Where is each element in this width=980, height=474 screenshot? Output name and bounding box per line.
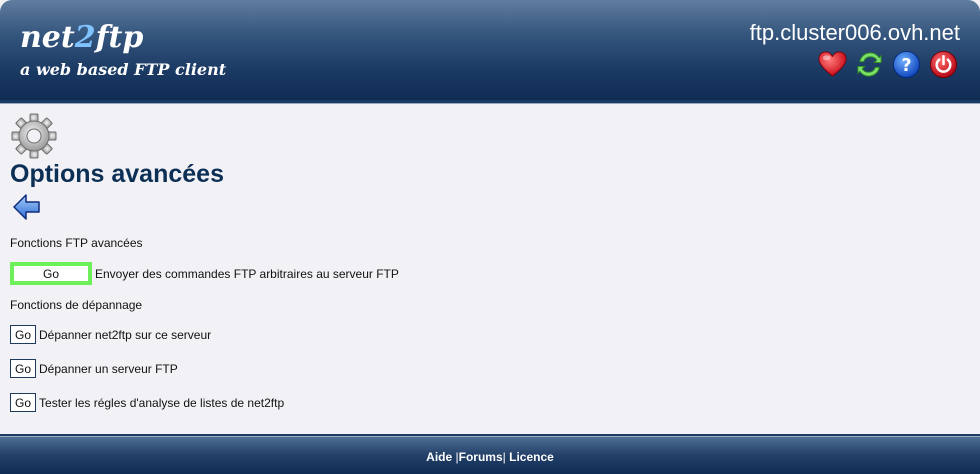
server-name: ftp.cluster006.ovh.net [749,20,960,45]
option-row-troubleshoot-net2ftp: Go Dépanner net2ftp sur ce serveur [10,325,211,344]
footer-bar: Aide |Forums| Licence [0,436,980,474]
header-toolbar: ? [818,50,958,79]
svg-text:?: ? [901,56,911,76]
gear-icon [11,113,57,159]
option-description: Envoyer des commandes FTP arbitraires au… [95,266,399,281]
refresh-icon[interactable] [855,50,884,79]
help-icon[interactable]: ? [892,50,921,79]
page-title: Options avancées [10,160,224,188]
option-row-test-list-parsing: Go Tester les régles d'analyse de listes… [10,393,284,412]
footer-link-help[interactable]: Aide [426,450,452,464]
footer-separator: | [502,450,506,464]
logo-text-suffix: ftp [95,20,144,55]
bookmark-heart-icon[interactable] [818,50,847,79]
go-button-send-commands[interactable]: Go [10,262,92,285]
back-arrow-icon[interactable] [12,193,42,221]
option-description: Dépanner un serveur FTP [39,361,178,376]
logo-text-prefix: net [20,20,75,55]
logo-subtitle: a web based FTP client [20,60,227,79]
option-row-troubleshoot-ftp-server: Go Dépanner un serveur FTP [10,359,178,378]
option-row-send-commands: Go Envoyer des commandes FTP arbitraires… [10,262,399,285]
footer-link-license[interactable]: Licence [509,450,554,464]
header-divider [0,100,980,104]
section-label-troubleshooting: Fonctions de dépannage [10,298,143,312]
option-description: Tester les régles d'analyse de listes de… [39,395,285,410]
footer-links: Aide |Forums| Licence [0,450,980,464]
footer-link-forums[interactable]: Forums [459,450,503,464]
logo: net2ftp [20,20,143,55]
logout-power-icon[interactable] [929,50,958,79]
go-button-test-list-parsing[interactable]: Go [10,393,37,412]
go-button-troubleshoot-ftp-server[interactable]: Go [10,359,37,378]
section-label-advanced-ftp: Fonctions FTP avancées [10,236,143,250]
go-button-troubleshoot-net2ftp[interactable]: Go [10,325,37,344]
logo-text-two: 2 [74,20,96,55]
option-description: Dépanner net2ftp sur ce serveur [39,327,212,342]
header-bar: net2ftp a web based FTP client ftp.clust… [0,0,980,100]
